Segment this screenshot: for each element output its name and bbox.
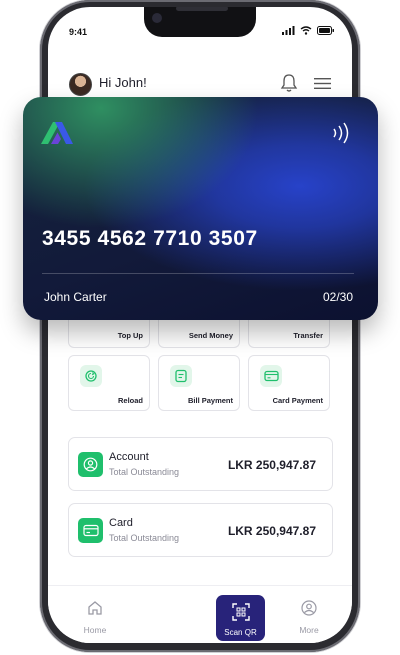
avatar[interactable] xyxy=(69,73,92,96)
credit-card[interactable]: 3455 4562 7710 3507 John Carter 02/30 xyxy=(23,97,378,320)
action-bill-payment[interactable]: Bill Payment xyxy=(158,355,240,411)
card-subtitle: Total Outstanding xyxy=(109,533,180,543)
status-time: 9:41 xyxy=(69,27,88,37)
card-divider xyxy=(42,273,354,274)
account-title: Account xyxy=(109,451,149,463)
action-label: Top Up xyxy=(117,331,143,340)
profile-icon xyxy=(301,600,317,616)
nav-scan-label: Scan QR xyxy=(224,628,257,637)
reload-icon xyxy=(80,365,102,387)
greeting: Hi John! xyxy=(99,75,147,90)
action-send-money[interactable]: Send Money xyxy=(158,319,240,348)
account-amount: LKR 250,947.87 xyxy=(227,458,316,472)
camera xyxy=(152,13,162,23)
action-transfer[interactable]: Transfer xyxy=(248,319,330,348)
account-summary[interactable]: Account Total Outstanding LKR 250,947.87 xyxy=(68,437,333,491)
card-expiry: 02/30 xyxy=(322,290,353,304)
menu-icon[interactable] xyxy=(314,78,331,89)
contactless-icon xyxy=(333,122,349,144)
card-payment-icon xyxy=(260,365,282,387)
card-number: 3455 4562 7710 3507 xyxy=(42,227,258,250)
card-holder-name: John Carter xyxy=(44,290,107,304)
account-subtitle: Total Outstanding xyxy=(109,467,180,477)
bill-icon xyxy=(170,365,192,387)
user-icon xyxy=(78,452,103,477)
action-label: Card Payment xyxy=(272,396,323,405)
status-icons xyxy=(282,26,335,35)
action-label: Bill Payment xyxy=(187,396,233,405)
notch xyxy=(144,7,256,37)
action-reload[interactable]: Reload xyxy=(68,355,150,411)
scan-qr-button[interactable]: Scan QR xyxy=(216,595,265,641)
bell-icon[interactable] xyxy=(280,73,298,93)
action-label: Reload xyxy=(117,396,143,405)
action-card-payment[interactable]: Card Payment xyxy=(248,355,330,411)
action-label: Transfer xyxy=(293,331,323,340)
speaker xyxy=(176,7,228,11)
card-icon xyxy=(78,518,103,543)
nav-more-label: More xyxy=(299,625,319,635)
card-title: Card xyxy=(109,517,133,529)
brand-logo-icon xyxy=(41,122,73,144)
battery-icon xyxy=(317,26,334,35)
signal-icon xyxy=(282,26,295,35)
home-icon xyxy=(88,601,102,615)
nav-more[interactable]: More xyxy=(284,600,334,635)
bottom-nav: Home Scan QR More xyxy=(48,585,352,643)
wifi-icon xyxy=(300,26,312,35)
header: Hi John! xyxy=(69,65,339,101)
action-top-up[interactable]: Top Up xyxy=(68,319,150,348)
nav-home-label: Home xyxy=(83,625,107,635)
qr-scan-icon xyxy=(231,603,250,621)
card-summary[interactable]: Card Total Outstanding LKR 250,947.87 xyxy=(68,503,333,557)
card-amount: LKR 250,947.87 xyxy=(227,524,316,538)
action-label: Send Money xyxy=(188,331,233,340)
nav-home[interactable]: Home xyxy=(70,600,120,635)
